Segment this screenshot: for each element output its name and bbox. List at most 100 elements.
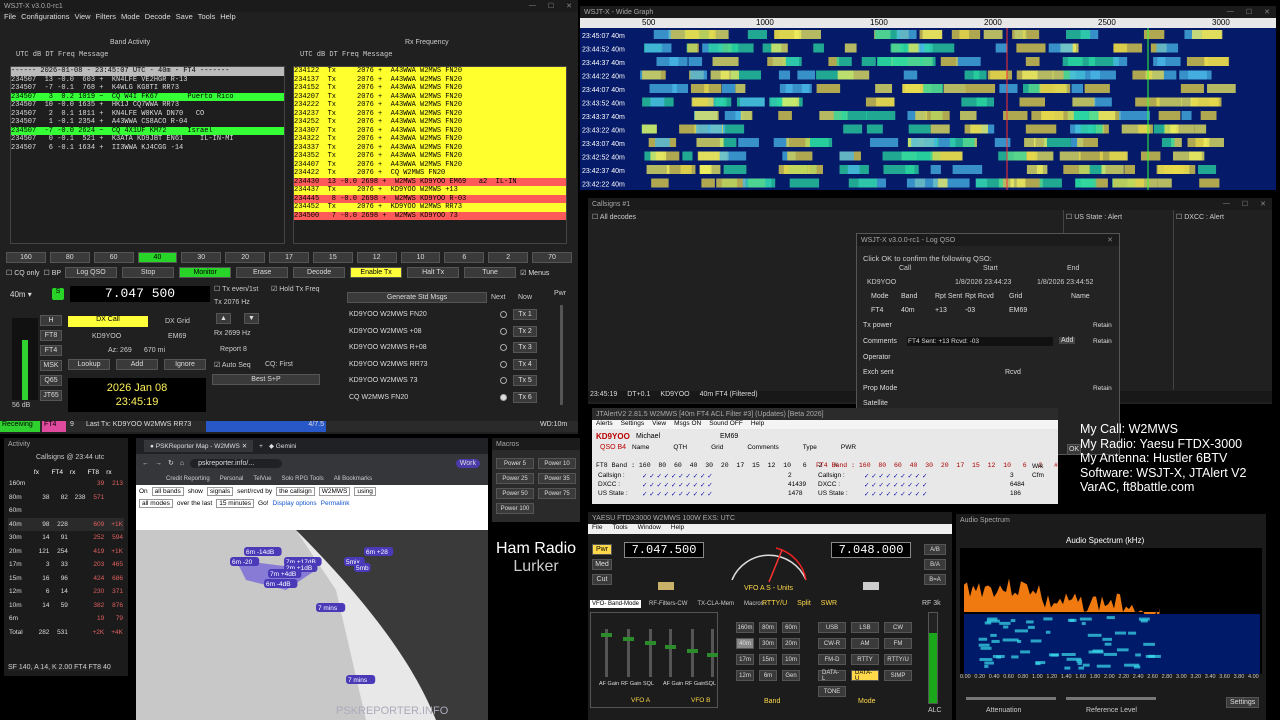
query-part[interactable]: W2MWS: [318, 487, 351, 496]
menus-checkbox[interactable]: ☑ Menus: [520, 269, 549, 277]
band-button-80[interactable]: 80: [49, 252, 90, 263]
rx-row[interactable]: 234252 Tx 2076 + A43WWA W2MWS FN20: [294, 118, 566, 127]
rx-row[interactable]: 234207 Tx 2076 + A43WWA W2MWS FN20: [294, 92, 566, 101]
halt-tx-button[interactable]: Halt Tx: [407, 267, 460, 278]
maximize-icon[interactable]: ☐: [1242, 200, 1248, 208]
tx-message-field[interactable]: KD9YOO W2MWS RR73: [349, 361, 485, 368]
ok-button[interactable]: OK: [1067, 444, 1081, 454]
cut-button[interactable]: Cut: [592, 574, 612, 585]
start-field[interactable]: 1/8/2026 23:44:23: [955, 279, 1011, 286]
band-20m[interactable]: 20m: [782, 638, 800, 649]
close-icon[interactable]: ✕: [1260, 200, 1266, 208]
stop-button[interactable]: Stop: [122, 267, 175, 278]
cq-only-checkbox[interactable]: ☐ CQ only: [6, 269, 40, 277]
query-part[interactable]: the callsign: [276, 487, 315, 496]
slider-knob[interactable]: [645, 641, 656, 645]
mode-button-h[interactable]: H: [40, 315, 62, 326]
mode-simp[interactable]: SIMP: [884, 670, 912, 681]
band-button-17[interactable]: 17: [269, 252, 309, 263]
band-10m[interactable]: 10m: [782, 654, 800, 665]
vfo-swap-button[interactable]: A/B: [924, 544, 946, 555]
query-part[interactable]: all modes: [139, 499, 173, 508]
query-part[interactable]: Go!: [258, 500, 268, 507]
enable-tx-button[interactable]: Enable Tx: [350, 267, 403, 278]
tx-up-button[interactable]: ▲: [216, 313, 231, 324]
monitor-button[interactable]: Monitor: [179, 267, 232, 278]
jtalert-tab[interactable]: Type: [803, 444, 817, 451]
ignore-button[interactable]: Ignore: [164, 359, 206, 370]
decode-row[interactable]: 234507 3 0.2 1019 ~ CQ W4I FK67 Puerto R…: [11, 92, 284, 101]
band-button-10[interactable]: 10: [400, 252, 441, 263]
rx-row[interactable]: 234122 Tx 2076 + A43WWA W2MWS FN20: [294, 67, 566, 76]
mode-rtty-u[interactable]: RTTY/U: [884, 654, 912, 665]
jtalert-menu-item[interactable]: Alerts: [596, 420, 613, 429]
spectrum-settings-button[interactable]: Settings: [1226, 697, 1260, 708]
macro-button[interactable]: Power 5: [496, 458, 534, 469]
retain-checkbox[interactable]: Retain: [1093, 338, 1112, 345]
next-radio[interactable]: [500, 311, 507, 318]
vfo-swap-button[interactable]: B=A: [924, 574, 946, 585]
query-part[interactable]: using: [354, 487, 376, 496]
minimize-icon[interactable]: —: [1223, 200, 1230, 208]
slider-knob[interactable]: [623, 637, 634, 641]
menu-item[interactable]: View: [74, 12, 90, 23]
address-bar[interactable]: pskreporter.info/...: [190, 458, 283, 468]
macro-button[interactable]: Power 75: [538, 488, 576, 499]
macro-button[interactable]: Power 100: [496, 503, 534, 514]
jtalert-tab[interactable]: PWR: [841, 444, 856, 451]
band-12m[interactable]: 12m: [736, 670, 754, 681]
band-button-6[interactable]: 6: [444, 252, 485, 263]
rx-row[interactable]: 234152 Tx 2076 + A43WWA W2MWS FN20: [294, 84, 566, 93]
power-slider[interactable]: [560, 305, 563, 405]
browser-tab-gemini[interactable]: ◆ Gemini: [269, 442, 296, 450]
decode-button[interactable]: Decode: [293, 267, 346, 278]
menu-item[interactable]: File: [4, 12, 16, 23]
decode-row[interactable]: 234507 2 0.1 1811 + KN4LFE W0KVA DN70 CO: [11, 110, 284, 119]
waterfall-display[interactable]: 23:45:07 40m 23:44:52 40m 23:44:37 40m 23:4…: [580, 28, 1276, 190]
hold-tx-checkbox[interactable]: ☑ Hold Tx Freq: [271, 285, 320, 293]
mode-button-msk[interactable]: MSK: [40, 360, 62, 371]
tx-message-field[interactable]: KD9YOO W2MWS 73: [349, 377, 485, 384]
slider-knob[interactable]: [707, 653, 718, 657]
menu-item[interactable]: Save: [176, 12, 193, 23]
decode-row[interactable]: ------ 2026-01-08 - 23:45:07 UTC - 40m -…: [11, 67, 284, 76]
reload-icon[interactable]: ↻: [168, 459, 174, 467]
med-button[interactable]: Med: [592, 559, 612, 570]
tx-down-button[interactable]: ▼: [244, 313, 259, 324]
cq-first-select[interactable]: CQ: First: [265, 361, 293, 368]
band-6m[interactable]: 6m: [759, 670, 777, 681]
band-button-60[interactable]: 60: [93, 252, 134, 263]
mode-usb[interactable]: USB: [818, 622, 846, 633]
back-icon[interactable]: ←: [142, 460, 149, 467]
band-select[interactable]: 40m ▾: [10, 290, 45, 301]
decode-row[interactable]: 234507 13 -0.0 603 + KN4LFE VE2HGR R-13: [11, 76, 284, 85]
dx-grid-input[interactable]: EM69: [168, 333, 186, 340]
vfo-b-display[interactable]: 7.048.000: [831, 542, 911, 558]
band-40m[interactable]: 40m: [736, 638, 754, 649]
mode-lsb[interactable]: LSB: [851, 622, 879, 633]
mode-am[interactable]: AM: [851, 638, 879, 649]
maximize-icon[interactable]: ☐: [1246, 8, 1252, 16]
rx-row[interactable]: 234337 Tx 2076 + A43WWA W2MWS FN20: [294, 143, 566, 152]
rx-row[interactable]: 234352 Tx 2076 + A43WWA W2MWS FN20: [294, 152, 566, 161]
query-part[interactable]: 15 minutes: [216, 499, 255, 508]
bookmark[interactable]: Solo RPG Tools: [282, 476, 324, 482]
add-comment-button[interactable]: Add: [1059, 337, 1076, 344]
bookmark[interactable]: Credit Reporting: [166, 476, 210, 482]
best-sp-button[interactable]: Best S+P: [212, 374, 320, 385]
tx-message-field[interactable]: KD9YOO W2MWS +08: [349, 328, 485, 335]
rx-row[interactable]: 234445 8 -0.0 2698 + W2MWS KD9YOO R-03: [294, 194, 566, 203]
retain-checkbox[interactable]: Retain: [1093, 322, 1112, 329]
minimize-icon[interactable]: —: [529, 2, 536, 10]
next-radio[interactable]: [500, 360, 507, 368]
jtalert-tab[interactable]: Comments: [747, 444, 778, 451]
mode-button-ft4[interactable]: FT4: [40, 345, 62, 356]
slider-knob[interactable]: [665, 645, 676, 649]
jtalert-tab[interactable]: Grid: [711, 444, 723, 451]
tx-3-button[interactable]: Tx 3: [513, 342, 537, 353]
tx-message-field[interactable]: CQ W2MWS FN20: [349, 394, 485, 401]
tx-2-button[interactable]: Tx 2: [513, 325, 537, 337]
log-value-field[interactable]: +13: [935, 307, 947, 314]
band-button-40[interactable]: 40: [137, 252, 178, 263]
log-qso-button[interactable]: Log QSO: [65, 267, 118, 278]
